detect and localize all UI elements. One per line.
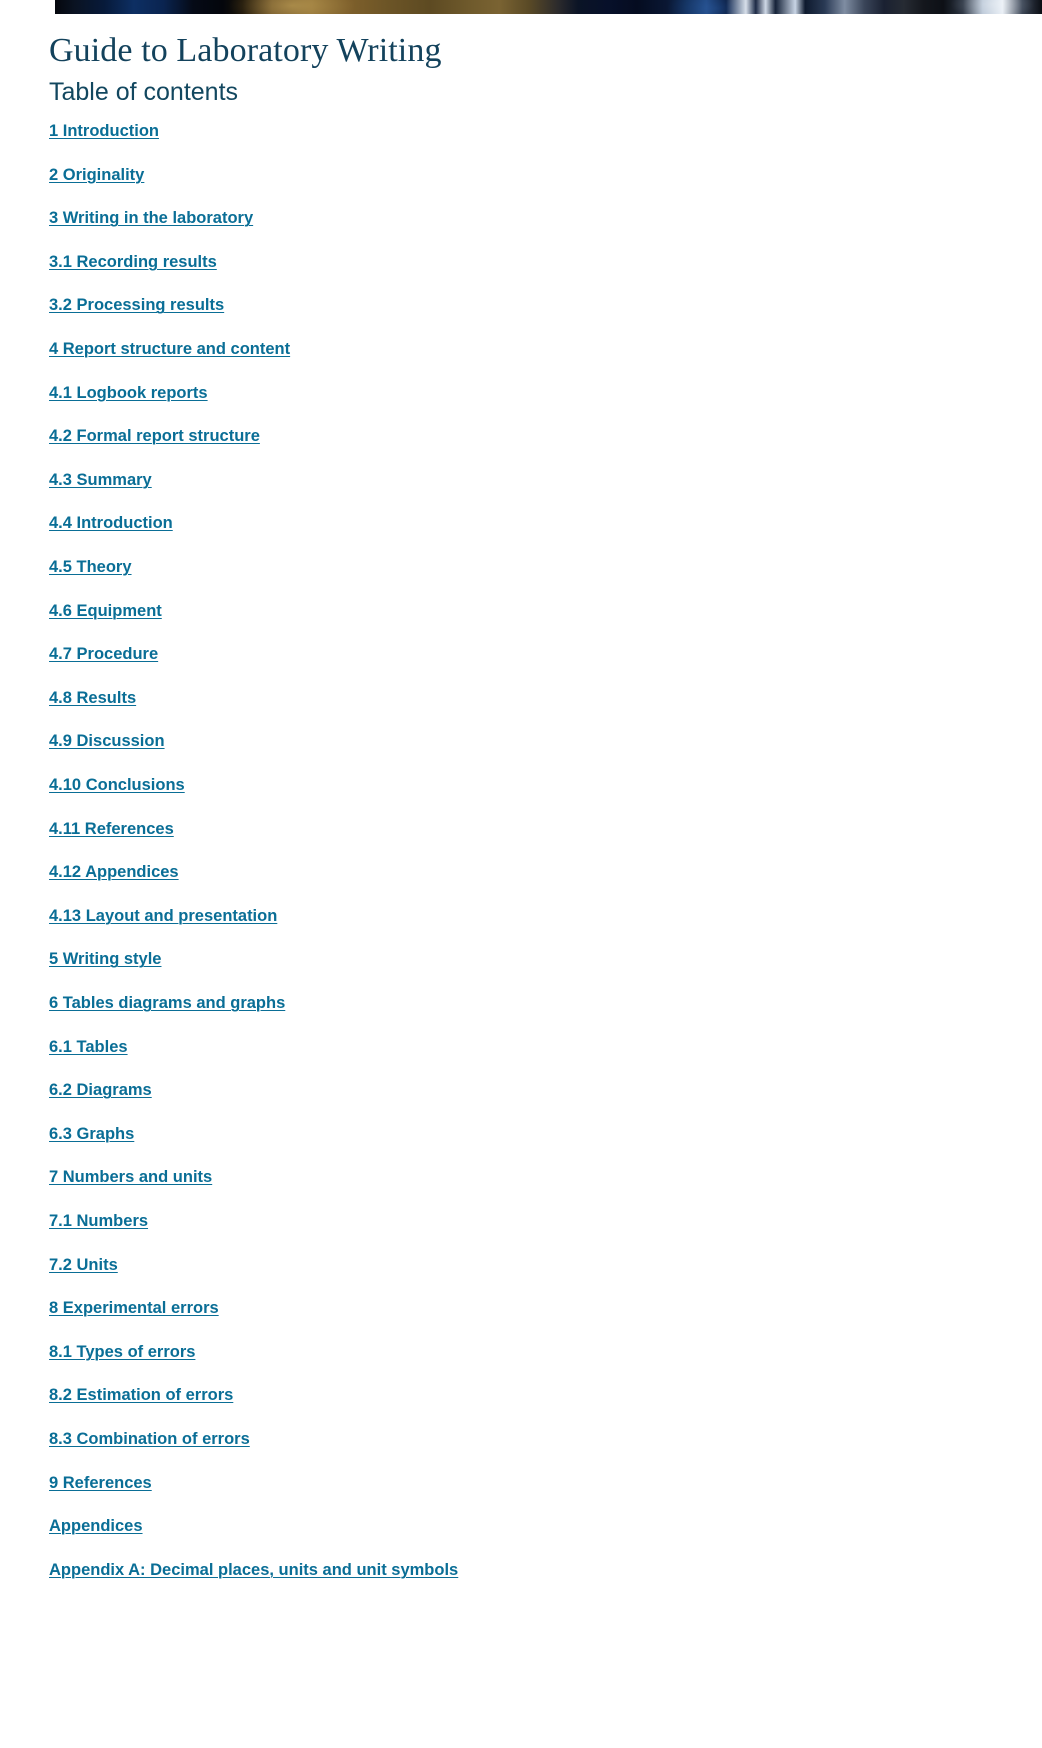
toc-list-item: 6.2 Diagrams [0,1080,1042,1124]
toc-list-item: 4.2 Formal report structure [0,426,1042,470]
toc-link[interactable]: 7.2 Units [49,1255,118,1276]
toc-link[interactable]: 4 Report structure and content [49,339,290,360]
toc-link[interactable]: 8 Experimental errors [49,1298,219,1319]
toc-list-item: 4.6 Equipment [0,601,1042,645]
toc-list-item: Appendix A: Decimal places, units and un… [0,1560,1042,1604]
toc-list-item: 9 References [0,1473,1042,1517]
toc-list-item: 8 Experimental errors [0,1298,1042,1342]
toc-link[interactable]: 4.3 Summary [49,470,152,491]
toc-list-item: 4.3 Summary [0,470,1042,514]
toc-link[interactable]: 3.2 Processing results [49,295,224,316]
toc-list-item: 4 Report structure and content [0,339,1042,383]
toc-list-item: 7.1 Numbers [0,1211,1042,1255]
toc-list-item: 4.13 Layout and presentation [0,906,1042,950]
toc-list-item: 4.9 Discussion [0,731,1042,775]
toc-link[interactable]: 6 Tables diagrams and graphs [49,993,285,1014]
toc-link[interactable]: 7 Numbers and units [49,1167,212,1188]
toc-list-item: 8.1 Types of errors [0,1342,1042,1386]
toc-list-item: 5 Writing style [0,949,1042,993]
toc-link[interactable]: 7.1 Numbers [49,1211,148,1232]
toc-list-item: 1 Introduction [0,121,1042,165]
toc-list-item: Appendices [0,1516,1042,1560]
toc-link[interactable]: 3.1 Recording results [49,252,217,273]
toc-link[interactable]: Appendix A: Decimal places, units and un… [49,1560,458,1581]
toc-link[interactable]: 9 References [49,1473,152,1494]
toc-link[interactable]: 5 Writing style [49,949,161,970]
toc-link[interactable]: 4.11 References [49,819,174,840]
toc-list-item: 4.7 Procedure [0,644,1042,688]
toc-list-item: 3.2 Processing results [0,295,1042,339]
toc-link[interactable]: 8.1 Types of errors [49,1342,195,1363]
toc-link[interactable]: 4.2 Formal report structure [49,426,260,447]
toc-link[interactable]: 4.13 Layout and presentation [49,906,277,927]
toc-link[interactable]: 4.1 Logbook reports [49,383,208,404]
toc-list-item: 6.1 Tables [0,1037,1042,1081]
toc-link[interactable]: 2 Originality [49,165,144,186]
toc-list-item: 6 Tables diagrams and graphs [0,993,1042,1037]
toc-link[interactable]: 4.6 Equipment [49,601,162,622]
table-of-contents-list: 1 Introduction 2 Originality 3 Writing in … [0,121,1042,1603]
toc-link[interactable]: 6.1 Tables [49,1037,128,1058]
toc-link[interactable]: 4.5 Theory [49,557,132,578]
page-title: Guide to Laboratory Writing [49,32,442,69]
toc-list-item: 4.1 Logbook reports [0,383,1042,427]
toc-link[interactable]: 4.8 Results [49,688,136,709]
toc-link[interactable]: 6.3 Graphs [49,1124,134,1145]
toc-link[interactable]: Appendices [49,1516,143,1537]
toc-list-item: 4.12 Appendices [0,862,1042,906]
toc-list-item: 7.2 Units [0,1255,1042,1299]
toc-link[interactable]: 4.9 Discussion [49,731,165,752]
toc-link[interactable]: 4.10 Conclusions [49,775,185,796]
toc-link[interactable]: 4.4 Introduction [49,513,173,534]
toc-list-item: 4.10 Conclusions [0,775,1042,819]
toc-list-item: 4.4 Introduction [0,513,1042,557]
toc-link[interactable]: 3 Writing in the laboratory [49,208,253,229]
toc-link[interactable]: 8.2 Estimation of errors [49,1385,233,1406]
laboratory-hero-photo [55,0,1042,14]
hero-banner-image [55,0,1042,14]
toc-list-item: 3 Writing in the laboratory [0,208,1042,252]
toc-list-item: 8.2 Estimation of errors [0,1385,1042,1429]
toc-list-item: 2 Originality [0,165,1042,209]
toc-list-item: 6.3 Graphs [0,1124,1042,1168]
toc-list-item: 4.8 Results [0,688,1042,732]
toc-list-item: 7 Numbers and units [0,1167,1042,1211]
document-page: Guide to Laboratory Writing Table of con… [0,0,1042,1603]
toc-list-item: 4.11 References [0,819,1042,863]
toc-list-item: 4.5 Theory [0,557,1042,601]
toc-link[interactable]: 4.12 Appendices [49,862,179,883]
toc-link[interactable]: 8.3 Combination of errors [49,1429,250,1450]
toc-list-item: 8.3 Combination of errors [0,1429,1042,1473]
table-of-contents-heading: Table of contents [49,78,239,107]
toc-link[interactable]: 6.2 Diagrams [49,1080,152,1101]
toc-link[interactable]: 4.7 Procedure [49,644,158,665]
toc-list-item: 3.1 Recording results [0,252,1042,296]
toc-link[interactable]: 1 Introduction [49,121,159,142]
